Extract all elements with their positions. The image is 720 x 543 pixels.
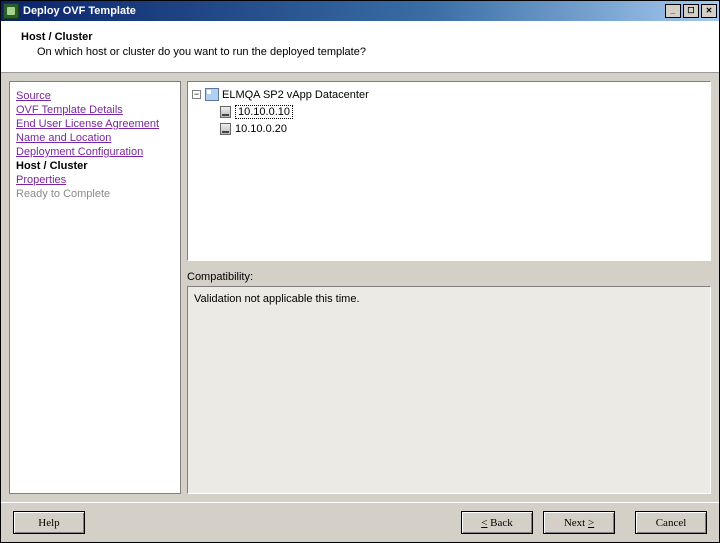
wizard-button-bar: Help < Back Next > Cancel <box>1 502 719 542</box>
wizard-steps-panel: Source OVF Template Details End User Lic… <box>9 81 181 494</box>
host-icon <box>220 106 231 118</box>
app-icon <box>3 3 19 19</box>
datacenter-label: ELMQA SP2 vApp Datacenter <box>222 89 369 101</box>
wizard-body: Source OVF Template Details End User Lic… <box>9 81 711 494</box>
nav-step-deployment-config[interactable]: Deployment Configuration <box>16 146 174 158</box>
nav-step-ready-complete: Ready to Complete <box>16 188 174 200</box>
nav-step-source[interactable]: Source <box>16 90 174 102</box>
nav-step-eula[interactable]: End User License Agreement <box>16 118 174 130</box>
minimize-button[interactable]: _ <box>665 4 681 18</box>
nav-step-name-location[interactable]: Name and Location <box>16 132 174 144</box>
next-button[interactable]: Next > <box>543 511 615 534</box>
tree-node-host[interactable]: 10.10.0.20 <box>192 120 706 137</box>
datacenter-icon <box>205 88 219 101</box>
close-button[interactable]: ✕ <box>701 4 717 18</box>
back-button[interactable]: < Back <box>461 511 533 534</box>
window-title: Deploy OVF Template <box>23 5 663 17</box>
host-icon <box>220 123 231 135</box>
page-title: Host / Cluster <box>21 31 699 43</box>
compatibility-label: Compatibility: <box>187 271 711 283</box>
host-label-selected: 10.10.0.10 <box>235 105 293 119</box>
help-button[interactable]: Help <box>13 511 85 534</box>
compatibility-message: Validation not applicable this time. <box>194 293 360 305</box>
page-subtitle: On which host or cluster do you want to … <box>37 46 699 58</box>
tree-node-datacenter[interactable]: − ELMQA SP2 vApp Datacenter <box>192 86 706 103</box>
compatibility-panel: Validation not applicable this time. <box>187 286 711 494</box>
nav-step-properties[interactable]: Properties <box>16 174 174 186</box>
maximize-button[interactable]: ☐ <box>683 4 699 18</box>
wizard-header: Host / Cluster On which host or cluster … <box>1 21 719 73</box>
host-cluster-tree[interactable]: − ELMQA SP2 vApp Datacenter 10.10.0.10 1… <box>187 81 711 261</box>
deploy-ovf-window: Deploy OVF Template _ ☐ ✕ Host / Cluster… <box>0 0 720 543</box>
tree-node-host[interactable]: 10.10.0.10 <box>192 103 706 120</box>
tree-collapse-icon[interactable]: − <box>192 90 201 99</box>
window-control-group: _ ☐ ✕ <box>663 4 717 18</box>
nav-step-host-cluster: Host / Cluster <box>16 160 174 172</box>
titlebar: Deploy OVF Template _ ☐ ✕ <box>1 1 719 21</box>
main-content: − ELMQA SP2 vApp Datacenter 10.10.0.10 1… <box>187 81 711 494</box>
nav-button-group: < Back Next > <box>461 511 615 534</box>
nav-step-ovf-details[interactable]: OVF Template Details <box>16 104 174 116</box>
host-label: 10.10.0.20 <box>235 123 287 135</box>
cancel-button[interactable]: Cancel <box>635 511 707 534</box>
